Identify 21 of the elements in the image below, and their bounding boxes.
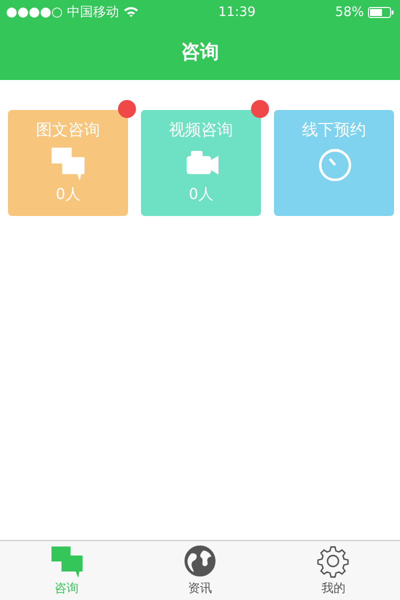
count-text: 0人 xyxy=(188,185,214,204)
battery-text: 58% xyxy=(335,4,364,20)
chat-bubbles-icon xyxy=(50,145,86,181)
tab-button[interactable]: 我的 xyxy=(266,541,400,600)
tab-button[interactable]: 资讯 xyxy=(133,541,267,600)
battery-icon xyxy=(368,6,394,18)
clock-text: 11:39 xyxy=(218,4,256,20)
count-text: 0人 xyxy=(56,185,80,204)
wifi-icon xyxy=(122,6,139,18)
consult-card[interactable]: 线下预约 xyxy=(274,110,394,216)
card-label: 图文咨询 xyxy=(36,120,100,141)
card-label: 线下预约 xyxy=(302,120,366,141)
consult-card[interactable]: 视频咨询 0人 xyxy=(141,110,261,216)
consult-card[interactable]: 图文咨询 0人 xyxy=(8,110,128,216)
chat-bubbles-icon xyxy=(50,544,84,578)
settings-icon xyxy=(316,544,350,578)
carrier-text: ●●●●○ 中国移动 xyxy=(6,4,119,21)
globe-icon xyxy=(182,544,217,578)
page-title: 咨询 xyxy=(181,40,219,65)
tab-button[interactable]: 咨询 xyxy=(0,541,134,600)
card-label: 视频咨询 xyxy=(169,120,233,141)
